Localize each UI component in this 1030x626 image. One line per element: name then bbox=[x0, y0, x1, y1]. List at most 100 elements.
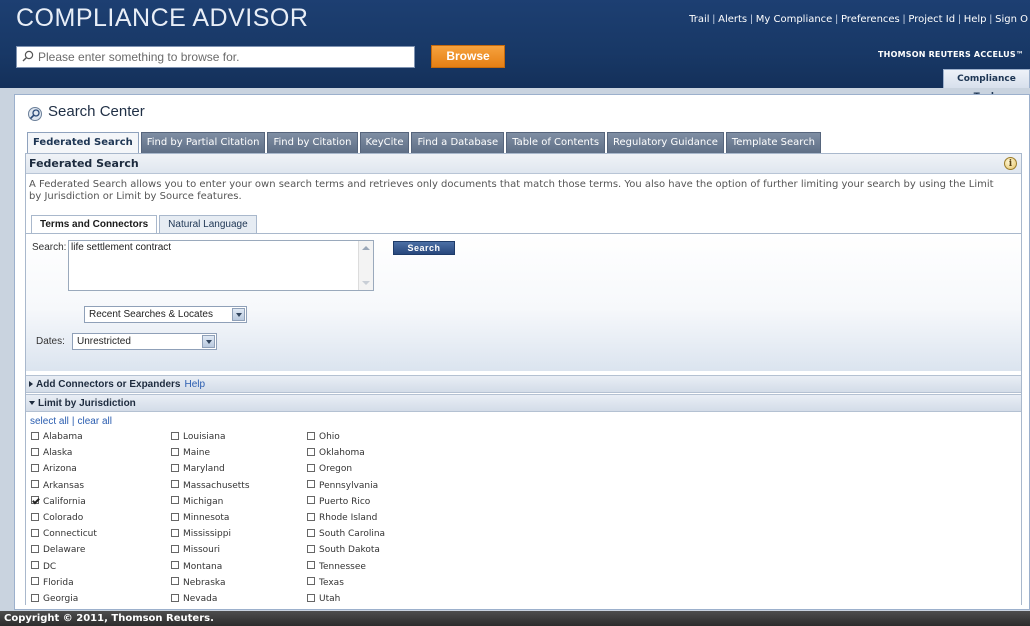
checkbox[interactable] bbox=[307, 593, 315, 602]
jurisdiction-checkbox-item[interactable]: Pennsylvania bbox=[307, 480, 378, 492]
jurisdiction-checkbox-item[interactable]: Arkansas bbox=[31, 480, 84, 492]
checkbox[interactable] bbox=[307, 463, 315, 472]
jurisdiction-checkbox-item[interactable]: Maine bbox=[171, 447, 210, 459]
checkbox[interactable] bbox=[31, 480, 39, 489]
checkbox[interactable] bbox=[307, 480, 315, 489]
tab-find-a-database[interactable]: Find a Database bbox=[411, 132, 505, 153]
trail-link[interactable]: Trail bbox=[689, 14, 709, 25]
checkbox[interactable] bbox=[171, 512, 179, 521]
jurisdiction-checkbox-item[interactable]: Nebraska bbox=[171, 577, 225, 589]
recent-searches-select[interactable]: Recent Searches & Locates bbox=[84, 306, 247, 323]
tab-table-of-contents[interactable]: Table of Contents bbox=[506, 132, 606, 153]
browse-search-input[interactable] bbox=[38, 49, 408, 65]
checkbox[interactable] bbox=[171, 463, 179, 472]
scroll-up-icon[interactable] bbox=[362, 246, 370, 250]
jurisdiction-checkbox-item[interactable]: South Dakota bbox=[307, 544, 380, 556]
query-textarea[interactable] bbox=[71, 242, 354, 289]
checkbox[interactable] bbox=[171, 544, 179, 553]
query-scrollbar[interactable] bbox=[358, 241, 373, 290]
checkbox[interactable] bbox=[31, 496, 39, 505]
jurisdiction-checkbox-item[interactable]: Alabama bbox=[31, 431, 83, 443]
checkbox[interactable] bbox=[31, 593, 39, 602]
checkbox[interactable] bbox=[171, 480, 179, 489]
jurisdiction-checkbox-item[interactable]: Delaware bbox=[31, 544, 85, 556]
checkbox[interactable] bbox=[307, 544, 315, 553]
jurisdiction-checkbox-item[interactable]: South Carolina bbox=[307, 528, 385, 540]
jurisdiction-checkbox-item[interactable]: Alaska bbox=[31, 447, 72, 459]
search-button[interactable]: Search bbox=[393, 241, 455, 255]
tab-keycite[interactable]: KeyCite bbox=[359, 132, 410, 153]
jurisdiction-checkbox-item[interactable]: Mississippi bbox=[171, 528, 231, 540]
select-all-link[interactable]: select all bbox=[30, 416, 69, 427]
jurisdiction-checkbox-item[interactable]: Georgia bbox=[31, 593, 78, 605]
jurisdiction-checkbox-item[interactable]: Oregon bbox=[307, 463, 352, 475]
checkbox[interactable] bbox=[31, 512, 39, 521]
checkbox[interactable] bbox=[171, 431, 179, 440]
tab-compliance-tools[interactable]: Compliance Tools bbox=[943, 69, 1030, 102]
jurisdiction-checkbox-item[interactable]: Connecticut bbox=[31, 528, 97, 540]
checkbox[interactable] bbox=[171, 577, 179, 586]
checkbox[interactable] bbox=[31, 561, 39, 570]
jurisdiction-checkbox-item[interactable]: Minnesota bbox=[171, 512, 229, 524]
jurisdiction-checkbox-item[interactable]: Texas bbox=[307, 577, 344, 589]
my-compliance-link[interactable]: My Compliance bbox=[756, 14, 833, 25]
project-id-link[interactable]: Project Id bbox=[908, 14, 955, 25]
jurisdiction-checkbox-item[interactable]: Massachusetts bbox=[171, 480, 250, 492]
jurisdiction-checkbox-item[interactable]: Maryland bbox=[171, 463, 225, 475]
limit-jurisdiction-title[interactable]: Limit by Jurisdiction bbox=[38, 398, 136, 409]
jurisdiction-checkbox-item[interactable]: Tennessee bbox=[307, 561, 366, 573]
sign-out-link[interactable]: Sign O bbox=[995, 14, 1028, 25]
jurisdiction-checkbox-item[interactable]: Arizona bbox=[31, 463, 77, 475]
chevron-down-icon[interactable] bbox=[202, 335, 215, 348]
jurisdiction-checkbox-item[interactable]: Ohio bbox=[307, 431, 340, 443]
limit-jurisdiction-toggle[interactable]: Limit by Jurisdiction bbox=[26, 394, 1021, 412]
tab-template-search[interactable]: Template Search bbox=[725, 132, 822, 153]
tab-terms-and-connectors[interactable]: Terms and Connectors bbox=[31, 215, 158, 233]
jurisdiction-checkbox-item[interactable]: Michigan bbox=[171, 496, 223, 508]
checkbox[interactable] bbox=[171, 496, 179, 505]
checkbox[interactable] bbox=[31, 577, 39, 586]
checkbox[interactable] bbox=[31, 544, 39, 553]
tab-find-by-partial-citation[interactable]: Find by Partial Citation bbox=[140, 132, 266, 153]
jurisdiction-checkbox-item[interactable]: Missouri bbox=[171, 544, 220, 556]
jurisdiction-checkbox-item[interactable]: Rhode Island bbox=[307, 512, 377, 524]
jurisdiction-checkbox-item[interactable]: DC bbox=[31, 561, 56, 573]
scroll-down-icon[interactable] bbox=[362, 281, 370, 285]
checkbox[interactable] bbox=[31, 447, 39, 456]
checkbox[interactable] bbox=[171, 528, 179, 537]
checkbox[interactable] bbox=[171, 561, 179, 570]
tab-natural-language[interactable]: Natural Language bbox=[159, 215, 257, 233]
checkbox[interactable] bbox=[307, 561, 315, 570]
checkbox[interactable] bbox=[307, 528, 315, 537]
checkbox[interactable] bbox=[307, 496, 315, 505]
preferences-link[interactable]: Preferences bbox=[841, 14, 900, 25]
checkbox[interactable] bbox=[307, 577, 315, 586]
help-link[interactable]: Help bbox=[964, 14, 987, 25]
checkbox[interactable] bbox=[31, 463, 39, 472]
jurisdiction-checkbox-item[interactable]: Colorado bbox=[31, 512, 83, 524]
checkbox[interactable] bbox=[171, 593, 179, 602]
jurisdiction-checkbox-item[interactable]: Utah bbox=[307, 593, 340, 605]
info-icon[interactable]: i bbox=[1004, 157, 1017, 170]
checkbox[interactable] bbox=[31, 528, 39, 537]
jurisdiction-checkbox-item[interactable]: Montana bbox=[171, 561, 222, 573]
tab-find-by-citation[interactable]: Find by Citation bbox=[267, 132, 358, 153]
tab-federated-search[interactable]: Federated Search bbox=[27, 132, 139, 153]
tab-regulatory-guidance[interactable]: Regulatory Guidance bbox=[607, 132, 724, 153]
browse-button[interactable]: Browse bbox=[431, 45, 505, 68]
jurisdiction-checkbox-item[interactable]: Oklahoma bbox=[307, 447, 365, 459]
chevron-down-icon[interactable] bbox=[232, 308, 245, 321]
clear-all-link[interactable]: clear all bbox=[78, 416, 112, 427]
connectors-help-link[interactable]: Help bbox=[184, 379, 205, 390]
alerts-link[interactable]: Alerts bbox=[718, 14, 747, 25]
checkbox[interactable] bbox=[171, 447, 179, 456]
jurisdiction-checkbox-item[interactable]: California bbox=[31, 496, 86, 508]
jurisdiction-checkbox-item[interactable]: Puerto Rico bbox=[307, 496, 370, 508]
checkbox[interactable] bbox=[31, 431, 39, 440]
checkbox[interactable] bbox=[307, 512, 315, 521]
checkbox[interactable] bbox=[307, 447, 315, 456]
add-connectors-title[interactable]: Add Connectors or Expanders bbox=[36, 379, 180, 390]
checkbox[interactable] bbox=[307, 431, 315, 440]
add-connectors-toggle[interactable]: Add Connectors or Expanders Help bbox=[26, 375, 1021, 393]
jurisdiction-checkbox-item[interactable]: Louisiana bbox=[171, 431, 226, 443]
